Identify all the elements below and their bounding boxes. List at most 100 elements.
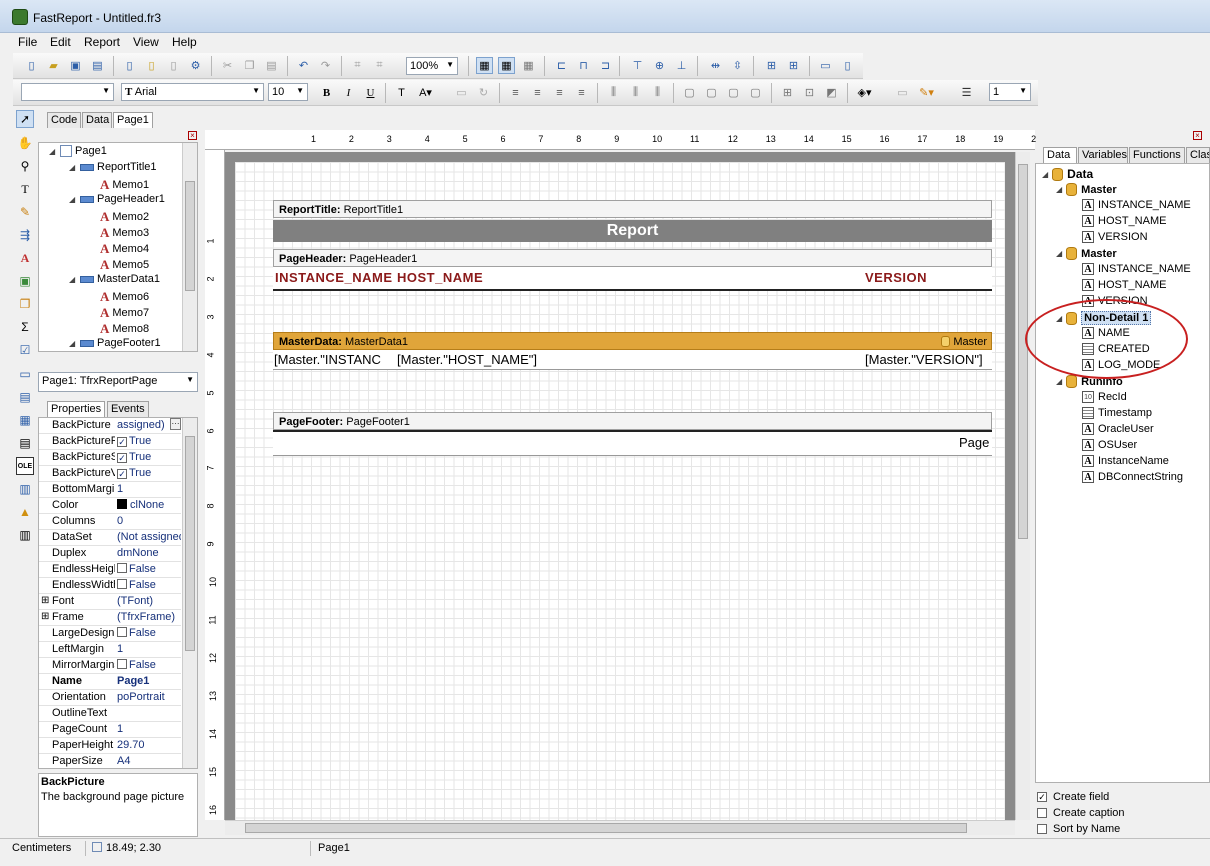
align-bottom-icon[interactable]: ⊥ [673,57,690,74]
align-left-icon[interactable]: ⊏ [553,57,570,74]
header-memo-version[interactable]: VERSION [865,270,985,285]
new-icon[interactable]: ▯ [23,57,40,74]
master-data-band-header[interactable]: MasterData: MasterData1 Master [273,332,992,350]
redo-icon[interactable]: ↷ [317,57,334,74]
zoom-select[interactable]: 100% ▼ [406,57,458,75]
option-create-caption[interactable]: Create caption [1037,807,1125,819]
font-color-icon[interactable]: A▾ [417,84,434,101]
rotation-icon[interactable]: ↻ [475,84,492,101]
property-row[interactable]: MirrorMargins False [39,658,181,674]
expand-icon[interactable]: ⊞ [41,595,49,606]
format-painter-icon[interactable]: ✎ [16,203,34,221]
property-row[interactable]: PaperHeight 29.70 [39,738,181,754]
font-size-select[interactable]: 10 ▼ [268,83,308,101]
data-tree-item[interactable]: A OracleUser [1082,423,1154,435]
text-align-center-icon[interactable]: ≡ [529,84,546,101]
frame-left-icon[interactable]: ▢ [725,84,742,101]
property-value[interactable]: 1 [117,723,181,735]
ungroup-icon[interactable]: ⌗ [371,57,388,74]
band-tool-icon[interactable]: ⇶ [16,226,34,244]
tab-classes[interactable]: Clas [1186,147,1210,163]
checkbox-icon[interactable]: ✓ [117,469,127,479]
tree-item[interactable]: A Memo3 [89,225,149,241]
expand-icon[interactable]: ◢ [69,275,77,284]
highlight-icon[interactable]: ▭ [453,84,470,101]
line-tool-icon[interactable]: ▭ [16,365,34,383]
property-row[interactable]: BackPictureP ✓ True [39,434,181,450]
menu-edit[interactable]: Edit [50,35,71,49]
property-row[interactable]: Name Page1 [39,674,181,690]
property-row[interactable]: Orientation poPortrait [39,690,181,706]
property-row[interactable]: OutlineText [39,706,181,722]
tab-events[interactable]: Events [107,401,149,417]
property-row[interactable]: EndlessHeigh False [39,562,181,578]
tab-code[interactable]: Code [47,112,81,128]
data-tree-item[interactable]: ◢ Master [1056,247,1117,260]
barcode-tool-icon[interactable]: ▥ [16,526,34,544]
tree-item[interactable]: ◢ PageFooter1 [69,337,161,349]
property-row[interactable]: PaperSize A4 [39,754,181,768]
report-title-memo[interactable]: Report [273,220,992,242]
expand-icon[interactable]: ◢ [69,163,77,172]
checkbox-icon[interactable] [117,659,127,669]
sysmemo-tool-icon[interactable]: Σ [16,318,34,336]
show-grid-icon[interactable]: ▦ [476,57,493,74]
space-vert-icon[interactable]: ⇳ [729,57,746,74]
tab-variables[interactable]: Variables [1078,147,1128,163]
header-memo-host[interactable]: HOST_NAME [397,270,537,285]
property-value[interactable]: clNone [117,499,181,511]
delete-page-icon[interactable]: ▯ [165,57,182,74]
expand-icon[interactable]: ◢ [69,339,77,348]
align-top-icon[interactable]: ⊤ [629,57,646,74]
text-align-left-icon[interactable]: ≡ [507,84,524,101]
richtext-tool-icon[interactable]: ▤ [16,434,34,452]
checkbox-icon[interactable] [117,579,127,589]
shadow-icon[interactable]: ◩ [823,84,840,101]
checkbox-icon[interactable] [117,563,127,573]
property-row[interactable]: ··· BackPicture assigned) [39,418,181,434]
property-row[interactable]: Duplex dmNone [39,546,181,562]
expand-icon[interactable]: ◢ [1042,170,1048,179]
tree-scrollbar[interactable] [182,143,197,351]
tree-item[interactable]: A Memo1 [89,177,149,193]
tab-data[interactable]: Data [82,112,112,128]
group-icon[interactable]: ⌗ [349,57,366,74]
checkbox-icon[interactable] [117,627,127,637]
checkbox-tool-icon[interactable]: ☑ [16,341,34,359]
data-tree-item[interactable]: A HOST_NAME [1082,215,1166,227]
tree-item[interactable]: ◢ Page1 [49,145,107,157]
property-value[interactable]: False [117,627,181,639]
copy-icon[interactable]: ❐ [241,57,258,74]
data-tree-item[interactable]: A OSUser [1082,439,1137,451]
property-value[interactable]: False [117,563,181,575]
property-row[interactable]: ⊞ Font (TFont) [39,594,181,610]
property-value[interactable]: Page1 [117,675,181,687]
open-icon[interactable]: ▰ [45,57,62,74]
expand-icon[interactable]: ◢ [1056,185,1062,194]
tab-data-tree[interactable]: Data [1043,147,1077,163]
data-tree-item[interactable]: A INSTANCE_NAME [1082,199,1191,211]
checkbox-icon[interactable]: ✓ [1037,792,1047,802]
tree-item[interactable]: A Memo5 [89,257,149,273]
same-height-icon[interactable]: ▯ [839,57,856,74]
data-tree-item[interactable]: ◢ Data [1042,167,1093,181]
property-row[interactable]: LargeDesign False [39,626,181,642]
tab-page1[interactable]: Page1 [113,112,153,128]
subreport-tool-icon[interactable]: ❐ [16,295,34,313]
property-row[interactable]: PageCount 1 [39,722,181,738]
style-select[interactable]: ▼ [21,83,114,101]
master-memo-instance[interactable]: [Master."INSTANC [274,352,394,367]
property-value[interactable]: 0 [117,515,181,527]
close-icon[interactable]: × [1193,131,1202,140]
property-value[interactable]: ✓ True [117,467,181,479]
tree-item[interactable]: A Memo6 [89,289,149,305]
tree-item[interactable]: ◢ MasterData1 [69,273,160,285]
property-value[interactable]: poPortrait [117,691,181,703]
bold-icon[interactable]: B [318,84,335,101]
designer-vscrollbar[interactable] [1015,152,1030,820]
property-value[interactable]: 1 [117,643,181,655]
property-value[interactable]: (Not assigned [117,531,181,543]
header-memo-instance[interactable]: INSTANCE_NAME [275,270,395,285]
property-value[interactable]: ✓ True [117,435,181,447]
property-row[interactable]: ⊞ Frame (TfrxFrame) [39,610,181,626]
